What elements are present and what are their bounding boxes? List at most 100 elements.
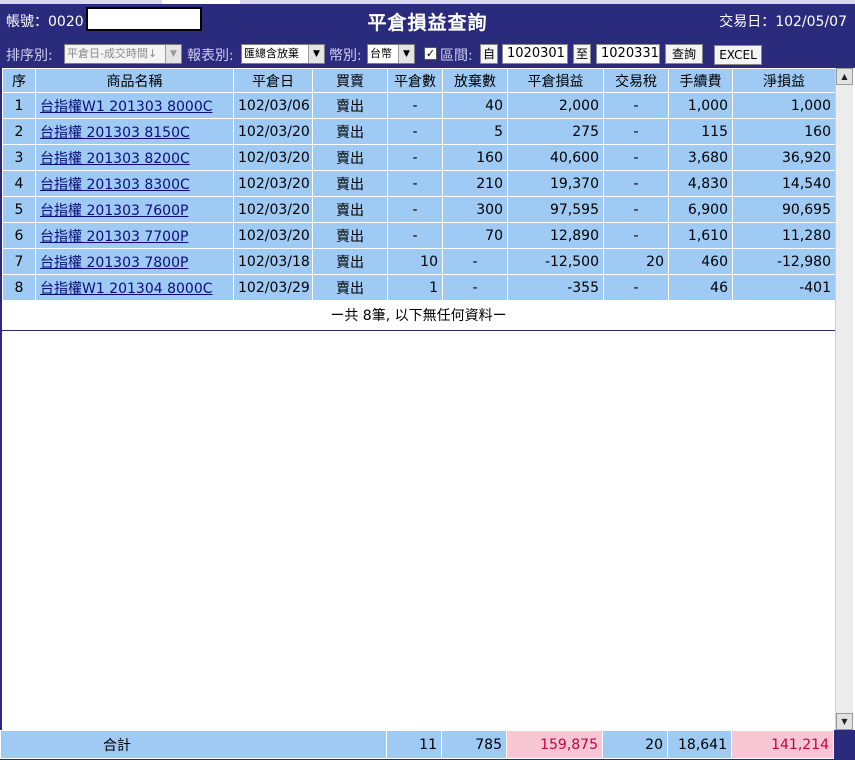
report-select[interactable]: 匯總含放棄 ▼ — [241, 44, 325, 64]
cell-close-pnl: 19,370 — [507, 170, 604, 197]
cell-close-qty: 10 — [387, 248, 443, 275]
sort-select[interactable]: 平倉日-成交時間↓ ▼ — [64, 44, 182, 64]
chevron-down-icon: ▼ — [165, 45, 181, 63]
product-link[interactable]: 台指權 201303 8300C — [40, 177, 190, 193]
col-header-side[interactable]: 買賣 — [312, 68, 388, 93]
from-date-input[interactable]: 1020301 — [502, 44, 568, 64]
totals-label: 合計 — [0, 730, 387, 759]
col-header-tax[interactable]: 交易稅 — [603, 68, 669, 93]
cell-seq: 2 — [2, 118, 36, 145]
col-header-product[interactable]: 商品名稱 — [35, 68, 234, 93]
cell-tax: 20 — [603, 248, 669, 275]
cell-close-pnl: -355 — [507, 274, 604, 301]
cell-close-date: 102/03/20 — [233, 118, 313, 145]
cell-tax: - — [603, 92, 669, 119]
cell-tax: - — [603, 170, 669, 197]
cell-net-pnl: 90,695 — [732, 196, 836, 223]
total-tax: 20 — [602, 730, 668, 759]
to-label: 至 — [573, 44, 591, 64]
total-abandon-qty: 785 — [441, 730, 507, 759]
product-link[interactable]: 台指權 201303 7700P — [40, 229, 188, 245]
product-link[interactable]: 台指權W1 201303 8000C — [40, 99, 213, 115]
range-label: 區間: — [440, 48, 473, 64]
table-row: 3 台指權 201303 8200C 102/03/20 賣出 - 160 40… — [2, 144, 836, 171]
cell-fee: 6,900 — [668, 196, 733, 223]
cell-close-date: 102/03/29 — [233, 274, 313, 301]
from-label: 自 — [480, 44, 498, 64]
table-row: 5 台指權 201303 7600P 102/03/20 賣出 - 300 97… — [2, 196, 836, 223]
cell-seq: 7 — [2, 248, 36, 275]
cell-close-pnl: 97,595 — [507, 196, 604, 223]
scroll-up-icon[interactable]: ▲ — [836, 68, 853, 85]
col-header-fee[interactable]: 手續費 — [668, 68, 733, 93]
col-header-seq[interactable]: 序 — [2, 68, 36, 93]
col-header-abandon-qty[interactable]: 放棄數 — [442, 68, 508, 93]
cell-close-pnl: -12,500 — [507, 248, 604, 275]
range-checkbox[interactable]: ✓ — [424, 47, 437, 60]
cell-seq: 4 — [2, 170, 36, 197]
cell-abandon-qty: 5 — [442, 118, 508, 145]
cell-close-qty: - — [387, 170, 443, 197]
cell-abandon-qty: 300 — [442, 196, 508, 223]
col-header-close-pnl[interactable]: 平倉損益 — [507, 68, 604, 93]
sort-label: 排序別: — [6, 48, 53, 64]
cell-side: 賣出 — [312, 170, 388, 197]
cell-net-pnl: 1,000 — [732, 92, 836, 119]
cell-net-pnl: -12,980 — [732, 248, 836, 275]
currency-select[interactable]: 台幣 ▼ — [367, 44, 415, 64]
excel-button[interactable]: EXCEL — [714, 45, 762, 65]
scroll-down-icon[interactable]: ▼ — [836, 713, 853, 730]
col-header-close-date[interactable]: 平倉日 — [233, 68, 313, 93]
active-tab-marker[interactable] — [162, 0, 240, 4]
cell-fee: 4,830 — [668, 170, 733, 197]
cell-close-qty: - — [387, 196, 443, 223]
cell-product: 台指權 201303 7600P — [35, 196, 234, 223]
cell-net-pnl: 11,280 — [732, 222, 836, 249]
results-table: 序 商品名稱 平倉日 買賣 平倉數 放棄數 平倉損益 交易稅 手續費 淨損益 1… — [2, 68, 836, 301]
to-date-input[interactable]: 1020331 — [596, 44, 660, 64]
cell-fee: 1,610 — [668, 222, 733, 249]
cell-net-pnl: 36,920 — [732, 144, 836, 171]
cell-seq: 3 — [2, 144, 36, 171]
cell-product: 台指權 201303 8200C — [35, 144, 234, 171]
col-header-net-pnl[interactable]: 淨損益 — [732, 68, 836, 93]
table-row: 1 台指權W1 201303 8000C 102/03/06 賣出 - 40 2… — [2, 92, 836, 119]
cell-side: 賣出 — [312, 196, 388, 223]
cell-close-date: 102/03/20 — [233, 144, 313, 171]
query-button[interactable]: 查詢 — [665, 44, 703, 64]
cell-seq: 8 — [2, 274, 36, 301]
vertical-scrollbar[interactable]: ▲ ▼ — [835, 68, 853, 730]
table-row: 6 台指權 201303 7700P 102/03/20 賣出 - 70 12,… — [2, 222, 836, 249]
cell-close-qty: - — [387, 222, 443, 249]
cell-abandon-qty: 210 — [442, 170, 508, 197]
cell-net-pnl: 14,540 — [732, 170, 836, 197]
currency-label: 幣別: — [329, 48, 362, 64]
product-link[interactable]: 台指權 201303 8150C — [40, 125, 190, 141]
cell-side: 賣出 — [312, 144, 388, 171]
table-header-row: 序 商品名稱 平倉日 買賣 平倉數 放棄數 平倉損益 交易稅 手續費 淨損益 — [2, 68, 836, 93]
cell-product: 台指權W1 201304 8000C — [35, 274, 234, 301]
product-link[interactable]: 台指權 201303 7600P — [40, 203, 188, 219]
cell-side: 賣出 — [312, 92, 388, 119]
cell-tax: - — [603, 144, 669, 171]
cell-tax: - — [603, 196, 669, 223]
product-link[interactable]: 台指權 201303 7800P — [40, 255, 188, 271]
cell-side: 賣出 — [312, 248, 388, 275]
cell-net-pnl: 160 — [732, 118, 836, 145]
product-link[interactable]: 台指權 201303 8200C — [40, 151, 190, 167]
cell-close-qty: - — [387, 118, 443, 145]
totals-table: 合計 11 785 159,875 20 18,641 141,214 — [0, 730, 834, 759]
cell-close-pnl: 12,890 — [507, 222, 604, 249]
currency-select-value: 台幣 — [370, 47, 392, 60]
cell-close-date: 102/03/20 — [233, 170, 313, 197]
total-close-qty: 11 — [386, 730, 442, 759]
cell-side: 賣出 — [312, 222, 388, 249]
cell-product: 台指權 201303 8150C — [35, 118, 234, 145]
cell-abandon-qty: 40 — [442, 92, 508, 119]
header-bar: 帳號：0020 平倉損益查詢 交易日：102/05/07 — [0, 0, 855, 40]
col-header-close-qty[interactable]: 平倉數 — [387, 68, 443, 93]
cell-side: 賣出 — [312, 274, 388, 301]
trade-date: 交易日：102/05/07 — [719, 14, 847, 30]
cell-seq: 5 — [2, 196, 36, 223]
product-link[interactable]: 台指權W1 201304 8000C — [40, 281, 213, 297]
